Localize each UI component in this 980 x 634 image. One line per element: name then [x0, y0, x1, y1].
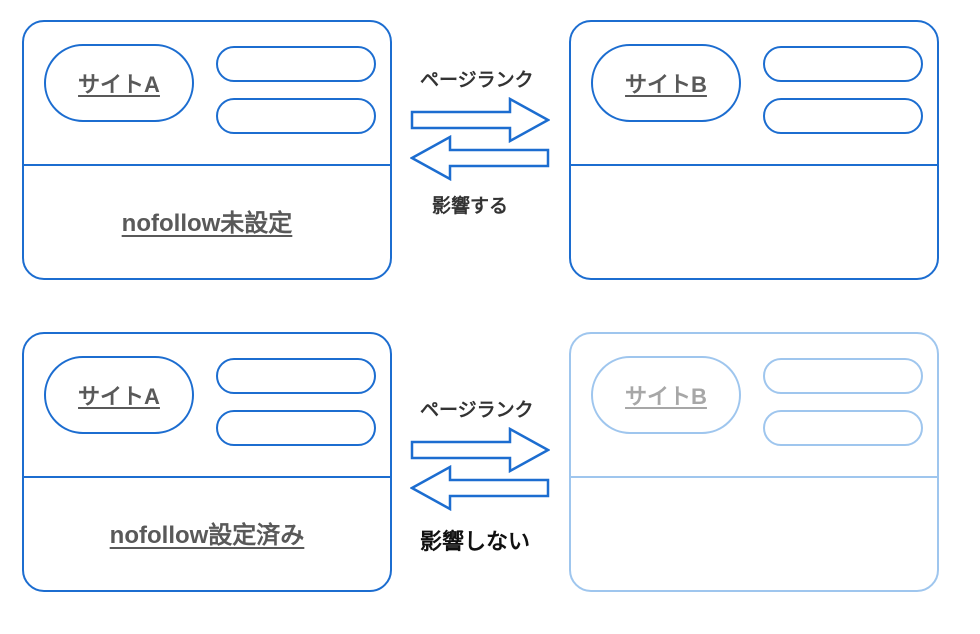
site-b-label: サイトB: [625, 67, 707, 99]
card-divider: [24, 476, 390, 478]
site-label-pill: サイトB: [591, 44, 741, 122]
content-pill: [763, 410, 923, 446]
card-top-left: サイトA nofollow未設定: [22, 20, 392, 280]
arrow-left-icon: [410, 135, 550, 181]
content-pill: [216, 46, 376, 82]
site-a-label: サイトA: [78, 379, 160, 411]
content-pill: [763, 46, 923, 82]
content-pill: [763, 358, 923, 394]
site-label-pill: サイトA: [44, 44, 194, 122]
site-a-label: サイトA: [78, 67, 160, 99]
no-affect-label-bottom: 影響しない: [420, 524, 530, 556]
content-pill: [216, 358, 376, 394]
content-pill: [216, 410, 376, 446]
site-label-pill: サイトA: [44, 356, 194, 434]
arrow-left-icon: [410, 465, 550, 511]
content-pill: [763, 98, 923, 134]
pagerank-label-bottom: ページランク: [420, 395, 534, 422]
site-label-pill: サイトB: [591, 356, 741, 434]
pagerank-label-top: ページランク: [420, 65, 534, 92]
affects-label-top: 影響する: [432, 191, 508, 218]
card-divider: [24, 164, 390, 166]
card-divider: [571, 164, 937, 166]
card-bottom-left: サイトA nofollow設定済み: [22, 332, 392, 592]
nofollow-caption: nofollow未設定: [24, 203, 390, 238]
card-divider: [571, 476, 937, 478]
card-top-right: サイトB: [569, 20, 939, 280]
card-bottom-right-faded: サイトB: [569, 332, 939, 592]
site-b-label: サイトB: [625, 379, 707, 411]
content-pill: [216, 98, 376, 134]
nofollow-caption: nofollow設定済み: [24, 515, 390, 550]
